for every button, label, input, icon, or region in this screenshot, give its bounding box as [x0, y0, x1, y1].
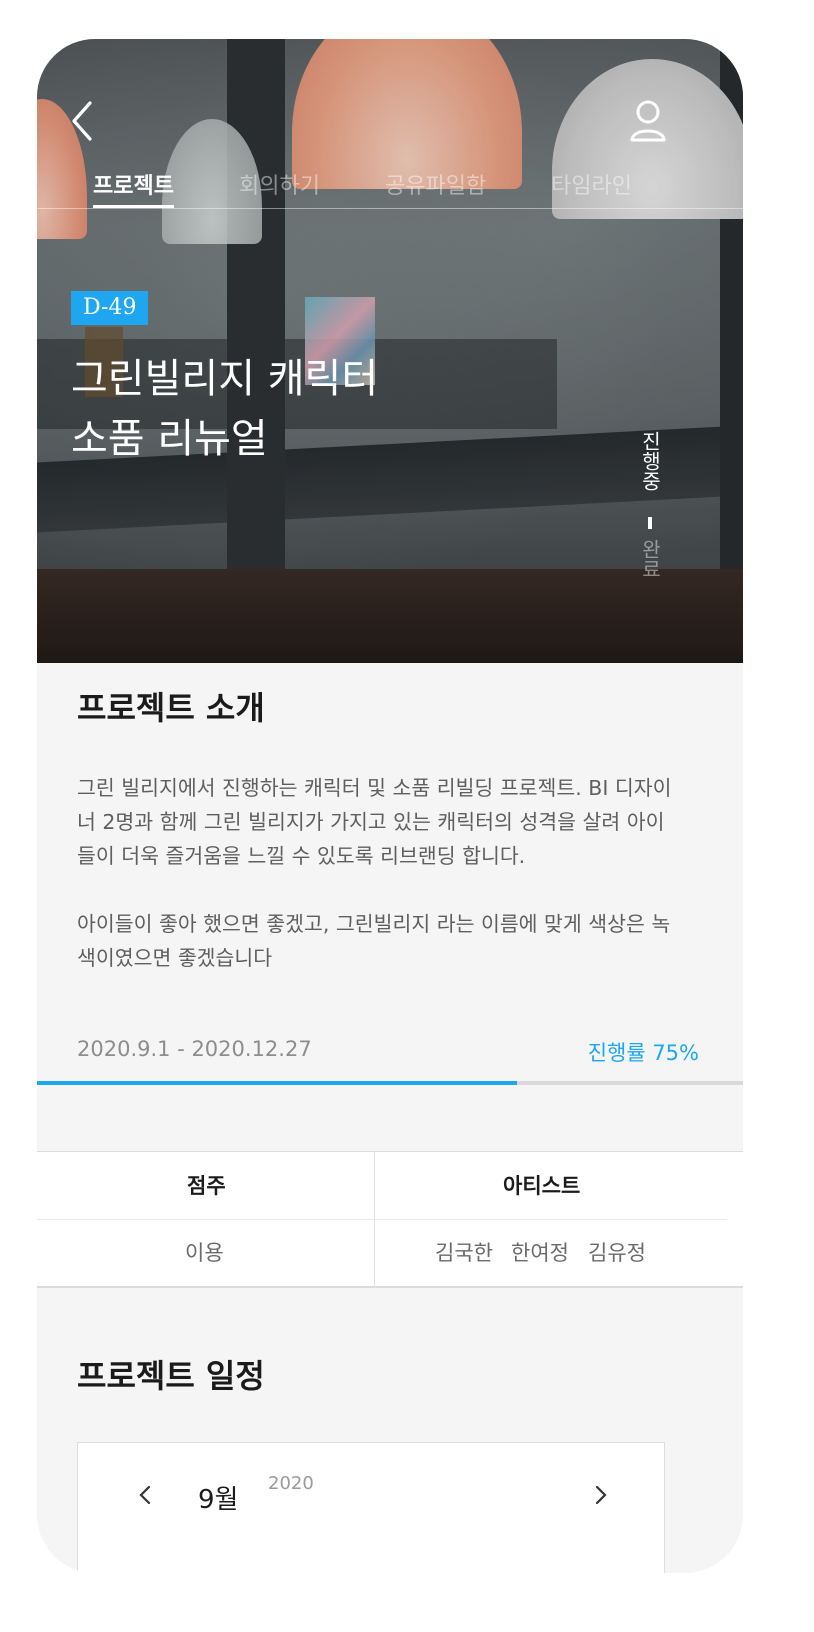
chevron-left-icon: [72, 101, 92, 141]
chevron-left-icon[interactable]: [136, 1485, 156, 1505]
artist-name: 한여정: [511, 1241, 569, 1265]
profile-button[interactable]: [625, 97, 671, 145]
progress-fill: [37, 1081, 518, 1085]
intro-heading: 프로젝트 소개: [77, 689, 265, 727]
status-in-progress[interactable]: 진행중: [635, 431, 665, 491]
top-tabs: 프로젝트 회의하기 공유파일함 타임라인: [37, 164, 743, 209]
project-title-line: 소품 리뉴얼: [71, 416, 268, 462]
owner-header: 점주: [187, 1174, 226, 1198]
tab-meeting[interactable]: 회의하기: [239, 168, 320, 206]
intro-paragraph: 아이들이 좋아 했으면 좋겠고, 그린빌리지 라는 이름에 맞게 색상은 녹색이…: [77, 912, 671, 970]
progress-bar: [37, 1081, 743, 1085]
chevron-right-icon[interactable]: [590, 1485, 610, 1505]
dday-badge: D-49: [71, 291, 149, 325]
owner-name: 이용: [185, 1241, 224, 1265]
artist-name: 김국한: [435, 1241, 493, 1265]
status-complete[interactable]: 완료: [635, 539, 665, 579]
project-title: 그린빌리지 캐릭터 소품 리뉴얼: [71, 349, 491, 469]
project-date-range: 2020.9.1 - 2020.12.27: [77, 1037, 312, 1061]
progress-label: 진행률 75%: [587, 1041, 699, 1065]
artist-name: 김유정: [588, 1241, 646, 1265]
project-title-line: 그린빌리지 캐릭터: [71, 356, 379, 402]
back-button[interactable]: [61, 99, 105, 143]
status-toggle: 진행중 완료: [635, 431, 665, 596]
tab-timeline[interactable]: 타임라인: [551, 168, 632, 206]
calendar-month: 9월: [198, 1485, 239, 1515]
intro-text: 그린 빌리지에서 진행하는 캐릭터 및 소품 리빌딩 프로젝트. BI 디자이너…: [77, 771, 677, 975]
intro-paragraph: 그린 빌리지에서 진행하는 캐릭터 및 소품 리빌딩 프로젝트. BI 디자이너…: [77, 776, 672, 868]
tab-project[interactable]: 프로젝트: [93, 168, 174, 208]
row-divider: [37, 1219, 727, 1220]
calendar-card: 9월 2020: [77, 1442, 665, 1573]
artist-header: 아티스트: [503, 1174, 581, 1198]
user-icon: [630, 100, 666, 142]
phone-screen: 프로젝트 회의하기 공유파일함 타임라인 D-49 그린빌리지 캐릭터 소품 리…: [37, 39, 743, 1573]
status-divider: [648, 517, 652, 529]
schedule-heading: 프로젝트 일정: [77, 1357, 265, 1395]
team-table: 점주 아티스트 이용 김국한 한여정 김유정: [37, 1151, 743, 1288]
project-hero: 프로젝트 회의하기 공유파일함 타임라인 D-49 그린빌리지 캐릭터 소품 리…: [37, 39, 743, 663]
tab-shared-files[interactable]: 공유파일함: [385, 168, 486, 206]
calendar-year: 2020: [268, 1473, 314, 1494]
